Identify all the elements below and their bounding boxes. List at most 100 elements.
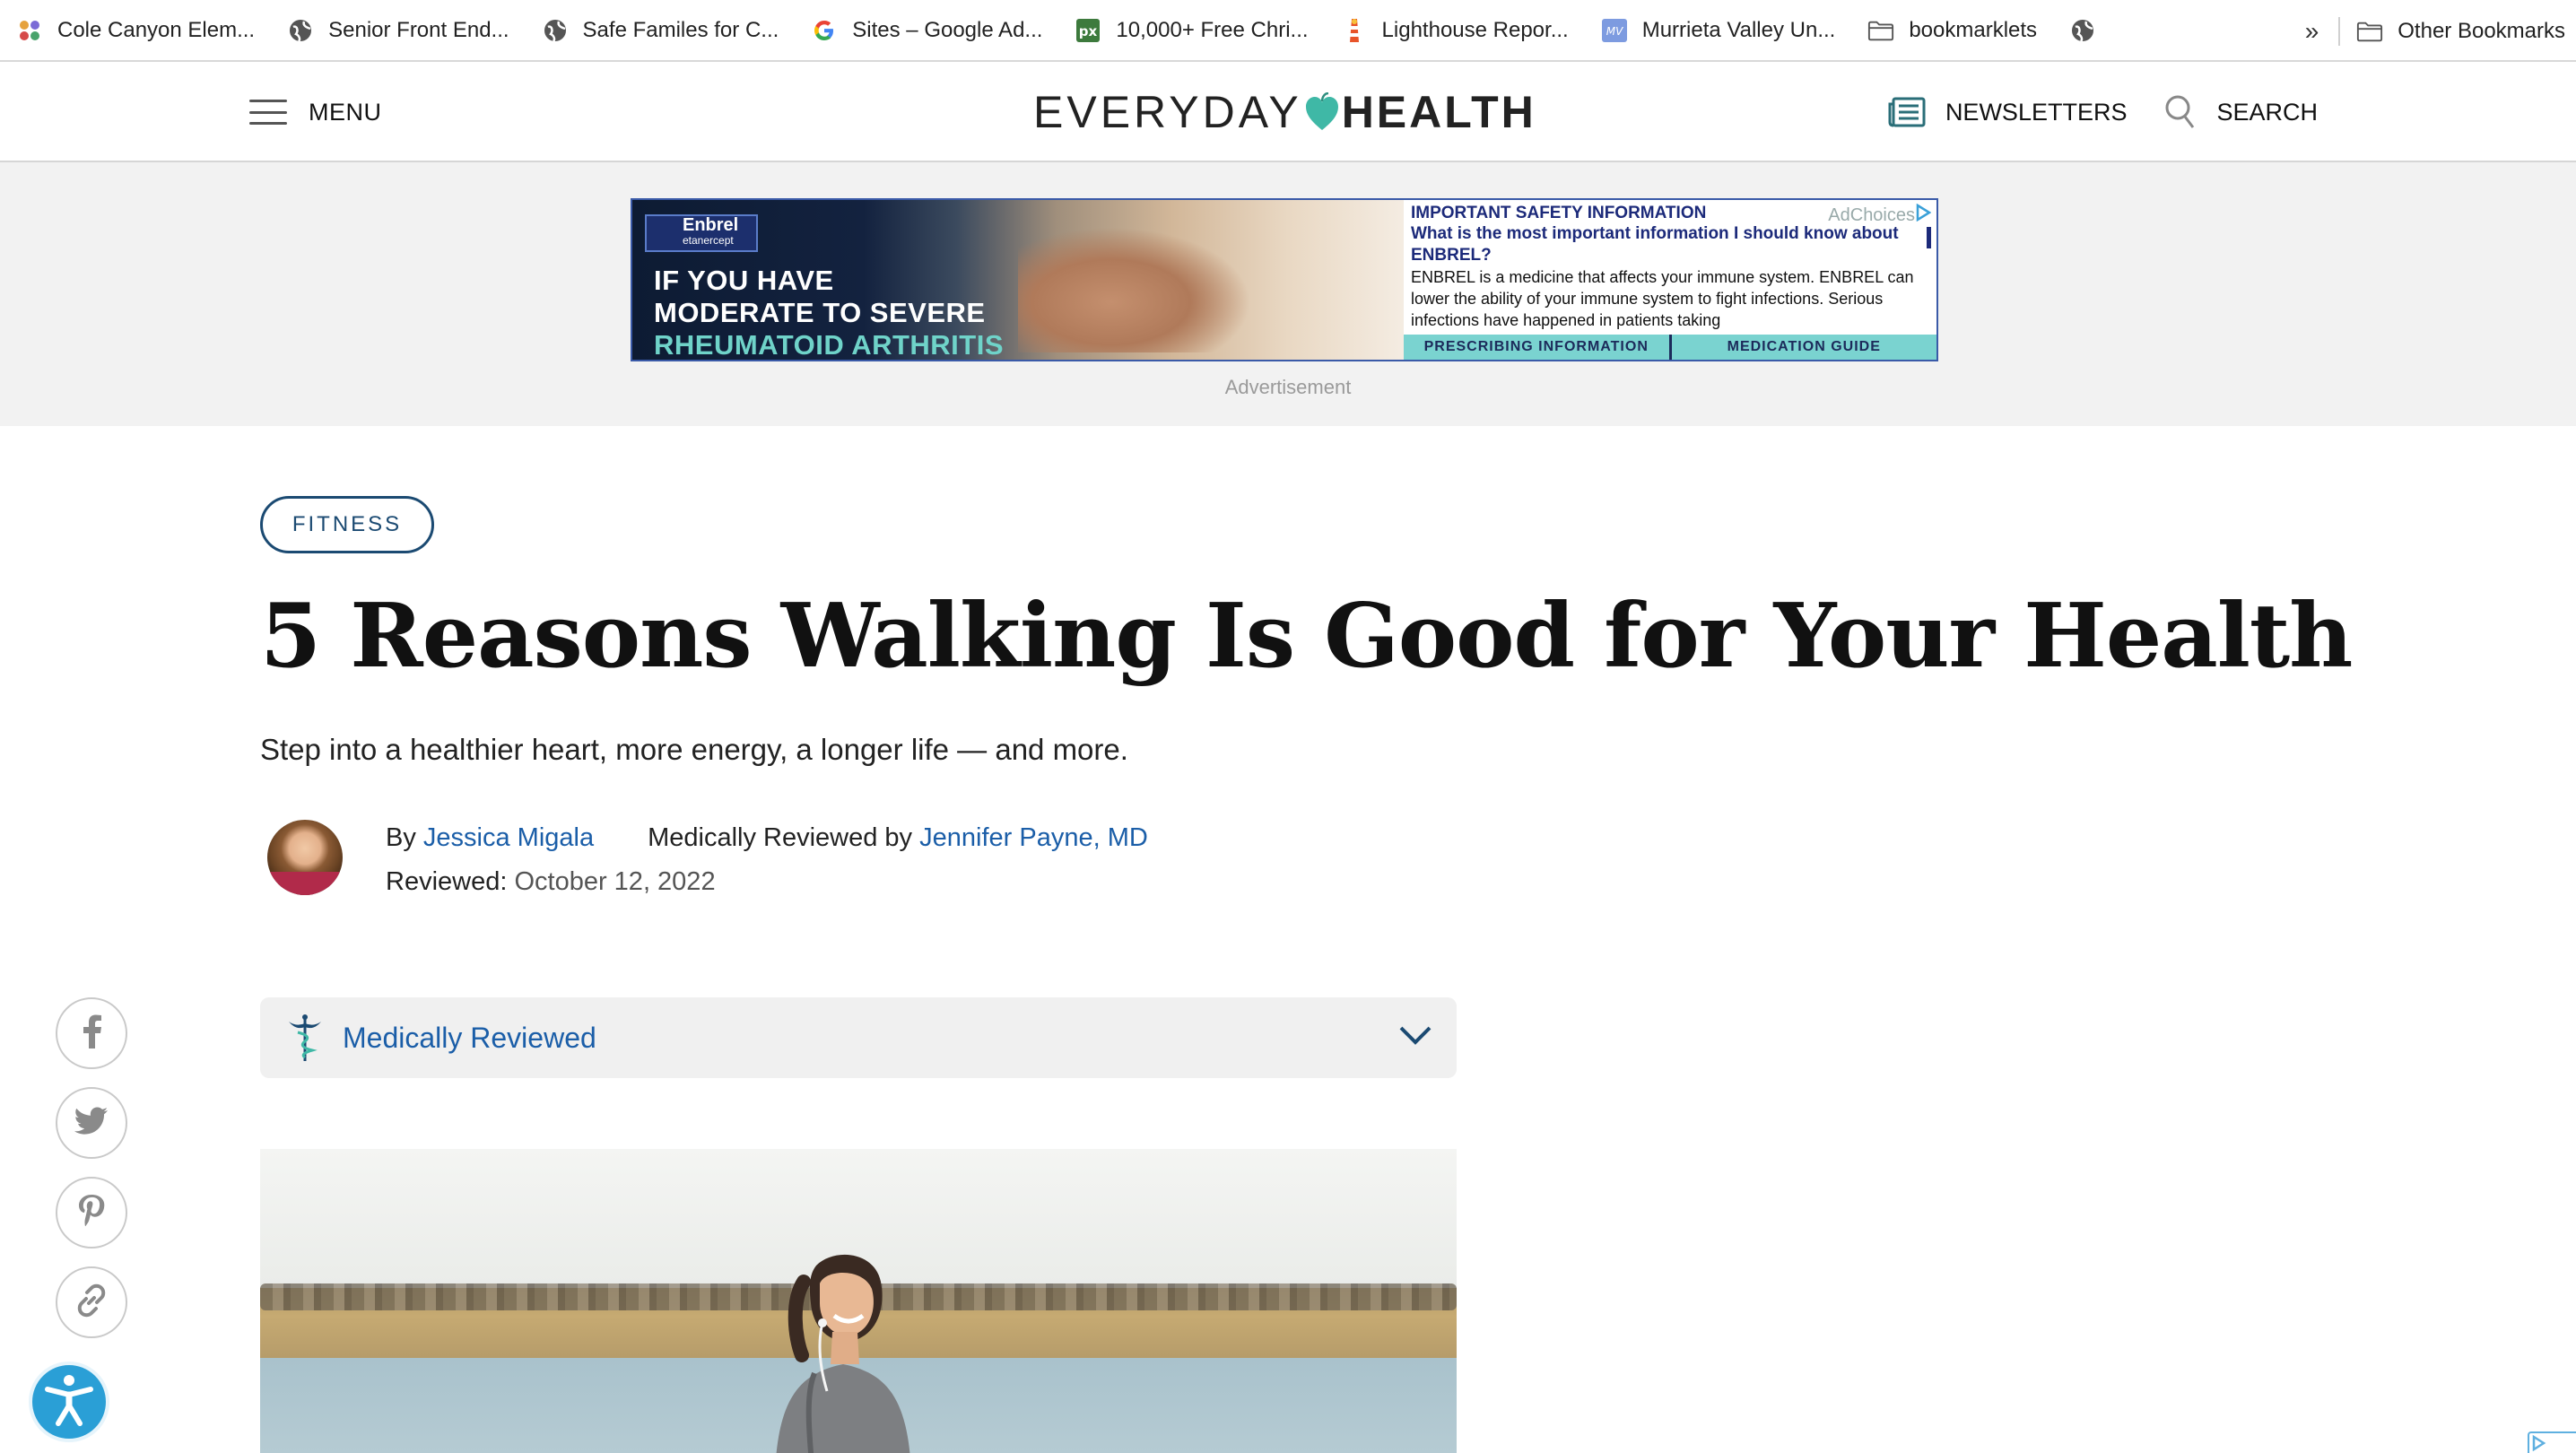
accordion-label: Medically Reviewed — [343, 1021, 596, 1054]
bookmark-safe-families[interactable]: Safe Familes for C... — [542, 0, 779, 61]
google-icon — [811, 17, 838, 44]
ad-caption: Advertisement — [1224, 376, 1352, 398]
adchoices-icon — [1915, 203, 1932, 227]
ad-scrollbar[interactable] — [1927, 227, 1931, 248]
bookmark-free-christmas[interactable]: px 10,000+ Free Chri... — [1075, 0, 1309, 61]
author-link[interactable]: Jessica Migala — [423, 823, 594, 853]
globe-icon — [542, 17, 569, 44]
ad-band: Enbrel etanercept IF YOU HAVE MODERATE T… — [0, 162, 2576, 426]
bookmark-murrieta-valley[interactable]: MV Murrieta Valley Un... — [1601, 0, 1836, 61]
ad-image: Enbrel etanercept IF YOU HAVE MODERATE T… — [632, 200, 1404, 360]
newsletter-icon — [1888, 97, 1926, 127]
author-avatar[interactable] — [267, 820, 343, 895]
ad-brand-logo: Enbrel etanercept — [645, 214, 758, 252]
newsletters-label: NEWSLETTERS — [1945, 98, 2128, 126]
search-button[interactable]: SEARCH — [2164, 94, 2318, 130]
bookmark-label: Senior Front End... — [328, 17, 509, 42]
bookmark-label: Cole Canyon Elem... — [57, 17, 256, 42]
bookmark-senior-front-end[interactable]: Senior Front End... — [287, 0, 509, 61]
accessibility-icon — [44, 1373, 94, 1431]
ad-links: PRESCRIBING INFORMATION MEDICATION GUIDE — [1404, 335, 1936, 360]
bookmark-lighthouse-report[interactable]: Lighthouse Repor... — [1341, 0, 1569, 61]
bookmark-folder-bookmarklets[interactable]: bookmarklets — [1867, 0, 2037, 61]
hamburger-icon — [249, 100, 287, 125]
ad-headline: IF YOU HAVE MODERATE TO SEVERE RHEUMATOI… — [654, 265, 1005, 361]
ad-headline-line: RHEUMATOID ARTHRITIS — [654, 329, 1005, 361]
folder-icon — [1867, 17, 1894, 44]
caduceus-icon — [287, 1013, 323, 1063]
banner-ad[interactable]: Enbrel etanercept IF YOU HAVE MODERATE T… — [631, 198, 1938, 361]
adchoices-label: AdChoices — [1828, 204, 1915, 225]
chevron-down-icon — [1397, 1022, 1433, 1052]
bookmark-label: bookmarklets — [1909, 17, 2038, 42]
reviewer-link[interactable]: Jennifer Payne, MD — [919, 823, 1148, 853]
byline: By Jessica Migala Medically Reviewed by … — [386, 823, 1148, 853]
reviewed-date: October 12, 2022 — [514, 867, 716, 896]
px-favicon-icon: px — [1075, 17, 1101, 44]
site-logo[interactable]: EVERYDAY HEALTH — [1033, 83, 1536, 141]
by-prefix: By — [386, 823, 416, 852]
adchoices-button[interactable]: AdChoices — [1828, 203, 1932, 227]
district-favicon-icon: MV — [1601, 17, 1628, 44]
bookmark-label: Murrieta Valley Un... — [1641, 17, 1836, 42]
accessibility-button[interactable] — [29, 1362, 109, 1442]
woman-walking-photo — [709, 1239, 942, 1453]
school-favicon-icon — [16, 17, 43, 44]
bookmark-google-sites[interactable]: Sites – Google Ad... — [811, 0, 1042, 61]
share-twitter-button[interactable] — [56, 1087, 127, 1159]
medication-guide-link[interactable]: MEDICATION GUIDE — [1668, 335, 1937, 360]
medically-reviewed-accordion[interactable]: Medically Reviewed — [260, 997, 1457, 1078]
ad-isi-question: What is the most important information I… — [1411, 224, 1899, 265]
header-actions: NEWSLETTERS SEARCH — [1888, 92, 2318, 132]
bookmark-label: 10,000+ Free Chri... — [1116, 17, 1309, 42]
divider — [2338, 16, 2341, 46]
reviewed-by-prefix: Medically Reviewed by — [648, 823, 913, 852]
link-icon — [74, 1283, 109, 1323]
search-icon — [2164, 94, 2197, 130]
logo-text-everyday: EVERYDAY — [1033, 87, 1302, 137]
pinterest-icon — [77, 1193, 106, 1233]
ad-headline-line: MODERATE TO SEVERE — [654, 297, 986, 328]
logo-text-health: HEALTH — [1341, 87, 1536, 137]
lighthouse-icon — [1341, 17, 1368, 44]
corner-adchoices-button[interactable] — [2528, 1431, 2576, 1453]
ad-isi-body: ENBREL is a medicine that affects your i… — [1411, 268, 1914, 329]
ad-headline-line: IF YOU HAVE — [654, 265, 834, 296]
ad-brand-name: Enbrel — [683, 215, 739, 235]
ad-brand-sub: etanercept — [683, 234, 734, 247]
hero-image — [260, 1149, 1457, 1453]
bookmark-label: Lighthouse Repor... — [1381, 17, 1569, 42]
globe-icon — [287, 17, 314, 44]
other-bookmarks[interactable]: Other Bookmarks — [2356, 0, 2565, 62]
menu-button[interactable]: MENU — [249, 92, 382, 132]
reviewed-label: Reviewed: — [386, 867, 508, 896]
article-title: 5 Reasons Walking Is Good for Your Healt… — [260, 585, 2353, 688]
bookmark-globe[interactable] — [2069, 0, 2110, 61]
bookmarks-overflow-button[interactable]: » — [2305, 17, 2319, 46]
share-facebook-button[interactable] — [56, 997, 127, 1069]
menu-label: MENU — [309, 98, 382, 126]
search-label: SEARCH — [2216, 98, 2318, 126]
copy-link-button[interactable] — [56, 1266, 127, 1338]
share-pinterest-button[interactable] — [56, 1177, 127, 1249]
bookmark-label: Sites – Google Ad... — [852, 17, 1043, 42]
bookmark-cole-canyon[interactable]: Cole Canyon Elem... — [16, 0, 255, 61]
ad-photo — [1018, 227, 1251, 352]
twitter-icon — [74, 1107, 109, 1140]
other-bookmarks-label: Other Bookmarks — [2398, 18, 2565, 43]
bookmarks-right: » Other Bookmarks — [2305, 0, 2576, 62]
bookmark-label: Safe Familes for C... — [582, 17, 779, 42]
review-date: Reviewed: October 12, 2022 — [386, 867, 716, 897]
newsletters-button[interactable]: NEWSLETTERS — [1888, 97, 2128, 127]
category-tag-fitness[interactable]: FITNESS — [260, 496, 434, 553]
article-dek: Step into a healthier heart, more energy… — [260, 733, 1128, 766]
svg-text:MV: MV — [1606, 25, 1623, 38]
adchoices-icon — [2529, 1434, 2547, 1453]
heart-apple-icon — [1304, 92, 1340, 132]
site-header: MENU EVERYDAY HEALTH NEWSLETTERS SEARCH — [0, 62, 2576, 162]
facebook-icon — [81, 1014, 102, 1053]
bookmarks-bar: Cole Canyon Elem... Senior Front End... … — [0, 0, 2576, 62]
prescribing-information-link[interactable]: PRESCRIBING INFORMATION — [1404, 335, 1669, 360]
svg-text:px: px — [1079, 23, 1098, 39]
globe-icon — [2069, 17, 2096, 44]
